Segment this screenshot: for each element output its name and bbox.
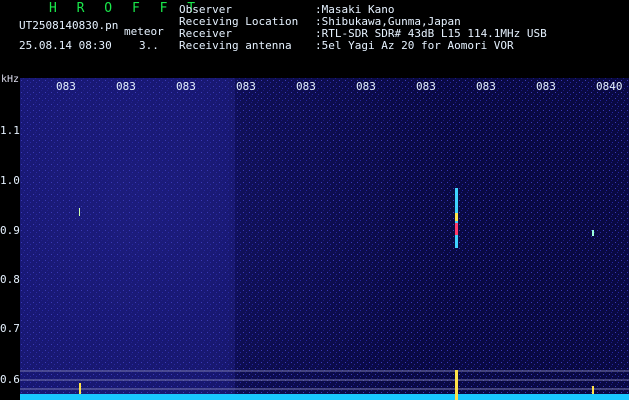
noise-band-left xyxy=(20,78,235,400)
mode-label: meteor xyxy=(124,25,164,38)
count-label: 3.. xyxy=(139,39,159,52)
x-tick-label: 0840 xyxy=(596,80,623,93)
faint-echo xyxy=(79,208,80,216)
y-tick-label: 0.9 xyxy=(0,224,20,237)
y-tick-label: 0.8 xyxy=(0,273,20,286)
y-tick-label: 0.6 xyxy=(0,373,20,386)
spectrogram-plot xyxy=(20,78,629,400)
x-tick-label: 083 xyxy=(236,80,256,93)
x-tick-label: 083 xyxy=(416,80,436,93)
x-tick-label: 083 xyxy=(476,80,496,93)
header: H R O F F T UT2508140830.pn meteor 25.08… xyxy=(0,0,629,78)
meteor-echo-mid xyxy=(455,213,458,221)
y-axis-unit: kHz xyxy=(1,74,20,85)
baseline-signal xyxy=(20,394,629,400)
faint-echo xyxy=(592,230,594,236)
x-tick-label: 083 xyxy=(56,80,76,93)
info-value: :5el Yagi Az 20 for Aomori VOR xyxy=(315,39,514,52)
x-tick-label: 083 xyxy=(116,80,136,93)
y-tick-label: 0.7 xyxy=(0,322,20,335)
info-row-antenna: Receiving antenna :5el Yagi Az 20 for Ao… xyxy=(179,40,547,52)
y-tick-label: 1.1 xyxy=(0,124,20,137)
meteor-echo-base xyxy=(455,370,458,400)
x-tick-label: 083 xyxy=(356,80,376,93)
x-tick-label: 083 xyxy=(296,80,316,93)
y-tick-label: 1.0 xyxy=(0,174,20,187)
echo-base-marker xyxy=(79,383,81,394)
station-info: Observer :Masaki Kano Receiving Location… xyxy=(179,4,547,52)
filename: UT2508140830.pn xyxy=(19,19,119,32)
x-tick-label: 083 xyxy=(536,80,556,93)
info-label: Receiving antenna xyxy=(179,39,292,52)
spectrogram-svg xyxy=(20,78,629,400)
x-tick-label: 083 xyxy=(176,80,196,93)
timestamp: 25.08.14 08:30 xyxy=(19,39,112,52)
echo-base-marker xyxy=(592,386,594,394)
meteor-echo-core xyxy=(455,223,458,235)
